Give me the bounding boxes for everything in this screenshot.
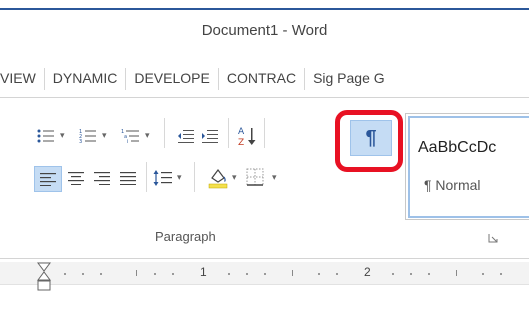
svg-text:Z: Z: [238, 138, 244, 147]
tab-developer[interactable]: DEVELOPE: [126, 68, 219, 90]
ruler-tick: [292, 270, 293, 276]
increase-indent-icon[interactable]: [200, 126, 220, 146]
dialog-launcher-icon[interactable]: [488, 233, 498, 245]
bullets-icon[interactable]: [36, 126, 56, 146]
tab-view[interactable]: VIEW: [0, 68, 45, 90]
separator: [164, 118, 165, 148]
style-normal-card[interactable]: [408, 116, 529, 218]
align-center-icon[interactable]: [64, 167, 88, 189]
ruler-dot: [410, 273, 412, 275]
title-bar-strip: [0, 0, 529, 10]
ruler-dot: [428, 273, 430, 275]
ruler-tick: [136, 270, 137, 276]
align-left-button[interactable]: [34, 166, 62, 192]
separator: [264, 118, 265, 148]
numbering-icon[interactable]: 1 2 3: [78, 126, 98, 146]
ruler-dot: [100, 273, 102, 275]
shading-dropdown-icon[interactable]: ▾: [232, 172, 237, 183]
shading-icon[interactable]: [206, 165, 230, 191]
ruler-dot: [482, 273, 484, 275]
ruler-dot: [318, 273, 320, 275]
multilevel-dropdown-icon[interactable]: ▾: [145, 130, 150, 141]
pilcrow-highlight-ring: [335, 110, 403, 172]
style-name-label: ¶ Normal: [424, 177, 481, 193]
window-title: Document1 - Word: [201, 22, 328, 39]
align-left-icon: [40, 173, 56, 186]
borders-dropdown-icon[interactable]: ▾: [272, 172, 277, 183]
ruler-number-2: 2: [364, 265, 371, 279]
separator: [194, 162, 195, 192]
ruler-tick: [456, 270, 457, 276]
svg-text:A: A: [238, 127, 245, 137]
borders-icon[interactable]: [244, 166, 266, 188]
tab-sig-page[interactable]: Sig Page G: [305, 68, 393, 90]
ruler-dot: [500, 273, 502, 275]
bullets-dropdown-icon[interactable]: ▾: [60, 130, 65, 141]
ruler-dot: [64, 273, 66, 275]
ruler-dot: [336, 273, 338, 275]
ribbon-bottom-border: [0, 258, 529, 259]
style-sample-text: AaBbCcDc: [418, 139, 497, 156]
justify-icon[interactable]: [116, 167, 140, 189]
separator: [228, 118, 229, 148]
ruler-dot: [82, 273, 84, 275]
ruler-dot: [228, 273, 230, 275]
ruler-number-1: 1: [200, 265, 207, 279]
align-right-icon[interactable]: [90, 167, 114, 189]
numbering-dropdown-icon[interactable]: ▾: [102, 130, 107, 141]
line-spacing-dropdown-icon[interactable]: ▾: [177, 172, 182, 183]
paragraph-group-label: Paragraph: [155, 229, 216, 244]
svg-text:3: 3: [79, 139, 82, 144]
ruler-dot: [264, 273, 266, 275]
multilevel-list-icon[interactable]: 1 a i: [120, 126, 142, 146]
decrease-indent-icon[interactable]: [176, 126, 196, 146]
ruler-dot: [154, 273, 156, 275]
ribbon-top-border: [0, 97, 529, 98]
tab-contract[interactable]: CONTRAC: [219, 68, 306, 90]
ruler-dot: [246, 273, 248, 275]
ribbon-tabs: VIEW DYNAMIC DEVELOPE CONTRAC Sig Page G: [0, 68, 393, 90]
sort-az-icon[interactable]: A Z: [236, 124, 258, 148]
tab-dynamic[interactable]: DYNAMIC: [45, 68, 127, 90]
line-spacing-icon[interactable]: [152, 166, 174, 190]
ruler-dot: [392, 273, 394, 275]
separator: [146, 162, 147, 192]
svg-text:i: i: [127, 139, 128, 144]
ruler-dot: [172, 273, 174, 275]
indent-marker-icon[interactable]: [36, 262, 52, 297]
